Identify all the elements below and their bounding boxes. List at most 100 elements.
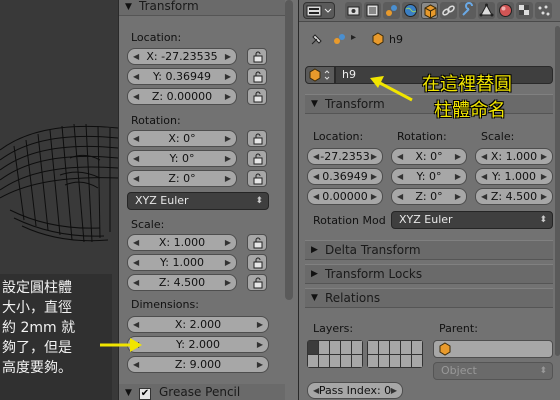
parent-type-dropdown[interactable]: Object ⬍ [433,362,553,380]
transform-panel-header[interactable]: ▼ Transform [119,0,285,16]
layer-toggle[interactable] [368,354,378,367]
layer-toggle[interactable] [341,354,351,367]
relations-section-header[interactable]: ▼ Relations [305,288,553,308]
scene-icon [386,5,397,16]
texture-tab[interactable] [516,2,533,19]
particles-tab[interactable] [535,2,552,19]
rotation-y-field[interactable]: ◀ Y: 0° ▶ [127,150,237,167]
modifiers-tab[interactable] [459,2,476,19]
render-layers-tab[interactable] [364,2,381,19]
scene-tab[interactable] [383,2,400,19]
object-tab[interactable] [421,2,438,19]
scale-z-field[interactable]: ◀ Z: 4.500 ▶ [127,274,237,291]
lock-rotation-x-button[interactable] [247,130,267,147]
location-y-field[interactable]: ◀ 0.36949 ▶ [307,168,383,185]
dimensions-y-field[interactable]: ◀ Y: 2.000 ▶ [127,336,269,353]
scale-x-field[interactable]: ◀ X: 1.000 ▶ [475,148,553,165]
scale-label: Scale: [481,130,515,143]
grease-pencil-panel-header[interactable]: ▼ ✔ Grease Pencil [119,384,285,400]
object-name-value: h9 [342,68,356,81]
lock-scale-y-button[interactable] [247,254,267,271]
layer-toggle[interactable] [390,341,400,354]
layer-toggle[interactable] [341,341,351,354]
object-datablock-button[interactable] [305,66,335,84]
lock-rotation-z-button[interactable] [247,170,267,187]
decrement-arrow-icon: ◀ [313,152,320,161]
render-tab[interactable] [345,2,362,19]
editor-type-menu[interactable] [303,2,335,19]
decrement-arrow-icon: ◀ [133,340,140,349]
rotation-z-field[interactable]: ◀ Z: 0° ▶ [127,170,237,187]
location-z-field[interactable]: ◀ 0.00000 ▶ [307,188,383,205]
transform-section-header[interactable]: ▼ Transform [305,94,553,114]
location-y-field[interactable]: ◀ Y: 0.36949 ▶ [127,68,237,85]
expand-triangle-icon: ▶ [311,269,318,279]
location-x-field[interactable]: ◀ X: -27.23535 ▶ [127,48,237,65]
grease-pencil-checkbox[interactable]: ✔ [139,388,151,400]
increment-arrow-icon: ▶ [540,152,547,161]
layer-toggle[interactable] [330,341,340,354]
rotation-y-value: Y: 0° [416,170,442,183]
layer-toggle[interactable] [319,341,329,354]
dimensions-z-field[interactable]: ◀ Z: 9.000 ▶ [127,356,269,373]
layer-toggle[interactable] [412,341,422,354]
parent-field[interactable] [433,340,553,358]
increment-arrow-icon: ▶ [454,152,461,161]
layer-toggle[interactable] [308,354,318,367]
layer-toggle[interactable] [368,341,378,354]
scale-y-field[interactable]: ◀ Y: 1.000 ▶ [127,254,237,271]
lock-location-y-button[interactable] [247,68,267,85]
layers-grid-right[interactable] [367,340,423,368]
pin-icon[interactable] [309,32,325,46]
layer-toggle[interactable] [412,354,422,367]
rotation-x-field[interactable]: ◀ X: 0° ▶ [127,130,237,147]
layer-toggle[interactable] [379,354,389,367]
rotation-x-value: X: 0° [168,132,196,145]
material-tab[interactable] [497,2,514,19]
rotation-label: Rotation: [131,114,181,127]
shelf-scrollbar[interactable] [285,0,293,300]
lock-scale-x-button[interactable] [247,234,267,251]
properties-scrollbar[interactable] [555,26,560,356]
layer-toggle[interactable] [330,354,340,367]
3d-viewport[interactable]: 設定圓柱體 大小，直徑 約 2mm 就 夠了，但是 高度要夠。 [0,0,118,400]
rotation-x-field[interactable]: ◀ X: 0° ▶ [391,148,467,165]
transform-locks-section-header[interactable]: ▶ Transform Locks [305,264,553,284]
lock-location-x-button[interactable] [247,48,267,65]
scale-x-field[interactable]: ◀ X: 1.000 ▶ [127,234,237,251]
layer-toggle[interactable] [352,354,362,367]
location-z-field[interactable]: ◀ Z: 0.00000 ▶ [127,88,237,105]
rotation-y-field[interactable]: ◀ Y: 0° ▶ [391,168,467,185]
location-y-value: 0.36949 [322,170,368,183]
collapse-triangle-icon: ▼ [311,99,318,109]
rotation-mode-dropdown[interactable]: XYZ Euler ⬍ [391,211,553,229]
texture-icon [519,5,529,15]
delta-transform-section-header[interactable]: ▶ Delta Transform [305,240,553,260]
location-x-field[interactable]: ◀ -27.2353 ▶ [307,148,383,165]
scale-y-field[interactable]: ◀ Y: 1.000 ▶ [475,168,553,185]
data-tab[interactable] [478,2,495,19]
layers-grid-left[interactable] [307,340,363,368]
layer-toggle[interactable] [401,341,411,354]
lock-location-z-button[interactable] [247,88,267,105]
scale-z-field[interactable]: ◀ Z: 4.500 ▶ [475,188,553,205]
layer-toggle[interactable] [379,341,389,354]
layer-toggle[interactable] [390,354,400,367]
dimensions-x-field[interactable]: ◀ X: 2.000 ▶ [127,316,269,333]
object-cube-icon [309,68,330,82]
rotation-mode-dropdown[interactable]: XYZ Euler ⬍ [127,192,269,210]
mesh-data-icon [479,3,494,17]
constraints-tab[interactable] [440,2,457,19]
rotation-z-field[interactable]: ◀ Z: 0° ▶ [391,188,467,205]
layer-toggle[interactable] [352,341,362,354]
layer-toggle-active[interactable] [308,341,318,354]
world-tab[interactable] [402,2,419,19]
lock-rotation-y-button[interactable] [247,150,267,167]
pass-index-field[interactable]: ◀ Pass Index: 0 ▶ [307,382,403,399]
layer-toggle[interactable] [319,354,329,367]
object-cube-icon [424,4,437,19]
rotation-mode-label: Rotation Mod [313,214,386,227]
lock-scale-z-button[interactable] [247,274,267,291]
breadcrumb-object-name: h9 [389,33,403,46]
layer-toggle[interactable] [401,354,411,367]
